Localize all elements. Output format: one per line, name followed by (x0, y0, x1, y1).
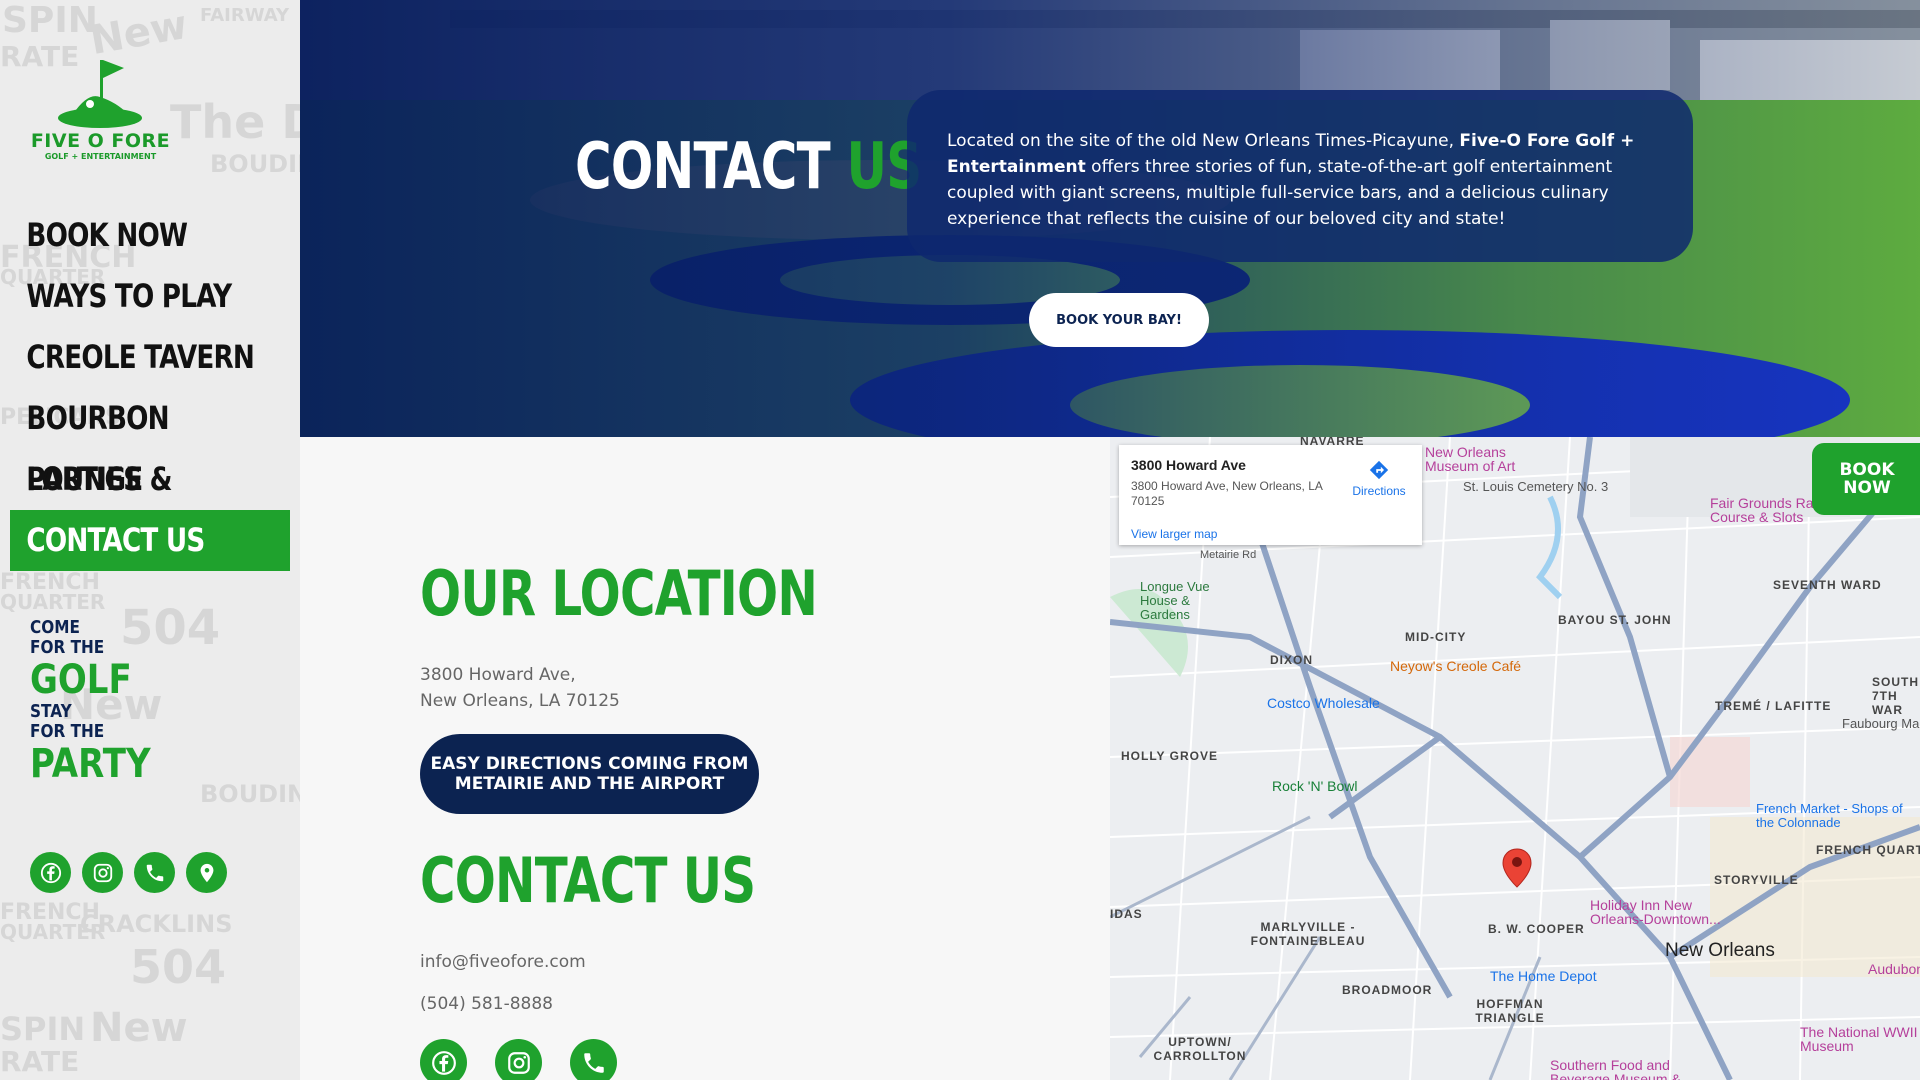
five-o-fore-logo[interactable]: FIVE O FORE GOLF + ENTERTAINMENT (28, 52, 173, 162)
page: SPIN New FAIRWAY RATE The Dat BOUDIN FRE… (0, 0, 1920, 1080)
map-label-costco: Costco Wholesale (1267, 695, 1380, 711)
address-line-2: New Orleans, LA 70125 (420, 691, 620, 711)
directions-icon (1369, 460, 1389, 480)
sidebar-social-links (30, 852, 227, 893)
logo-wordmark: FIVE O FORE (30, 130, 171, 152)
tagline-stay: STAY (30, 701, 72, 722)
map-label-mid-city: MID-CITY (1405, 630, 1467, 644)
map-label-home-depot: The Home Depot (1490, 968, 1597, 984)
main-nav: BOOK NOW WAYS TO PLAY CREOLE TAVERN BOUR… (10, 205, 290, 571)
map-label-navarre: NAVARRE (1300, 437, 1365, 448)
tagline-come: COME (30, 617, 80, 638)
map-label-metairie-rd: Metairie Rd (1200, 549, 1257, 561)
map-label-south-7th-ward: SOUTH 7TH WAR (1872, 675, 1919, 717)
map-label-southern-food: Southern Food and Beverage Museum & (1550, 1057, 1681, 1080)
facebook-icon[interactable] (420, 1039, 467, 1080)
map-info-address: 3800 Howard Ave, New Orleans, LA 70125 (1131, 479, 1323, 508)
hero-description-pre: Located on the site of the old New Orlea… (947, 131, 1460, 151)
facebook-icon[interactable] (30, 852, 71, 893)
map-info-title: 3800 Howard Ave (1131, 457, 1246, 473)
phone-link[interactable]: (504) 581-8888 (420, 994, 553, 1014)
map-location-marker-icon[interactable] (1502, 848, 1532, 888)
map-label-storyville: STORYVILLE (1714, 873, 1799, 887)
map-label-marlyville: MARLYVILLE - FONTAINEBLEAU (1250, 920, 1366, 948)
directions-button-line-2: METAIRIE AND THE AIRPORT (454, 774, 725, 794)
hero-title: CONTACT US (575, 130, 922, 204)
map-label-bw-cooper: B. W. COOPER (1488, 922, 1585, 936)
book-your-bay-button[interactable]: BOOK YOUR BAY! (1029, 293, 1209, 347)
hero-title-white: CONTACT (575, 130, 831, 204)
map-label-treme: TREMÉ / LAFITTE (1715, 699, 1832, 713)
map-directions-button[interactable]: Directions (1344, 459, 1414, 498)
hero-description-card: Located on the site of the old New Orlea… (907, 90, 1693, 262)
nav-item-bourbon-lounge[interactable]: BOURBON LOUNGE (10, 388, 289, 498)
map-label-new-orleans: New Orleans (1665, 940, 1775, 961)
instagram-icon[interactable] (82, 852, 123, 893)
phone-icon[interactable] (134, 852, 175, 893)
map-label-french-quarter: FRENCH QUARTER (1816, 843, 1920, 857)
book-now-line-2: NOW (1843, 478, 1891, 498)
book-now-line-1: BOOK (1839, 460, 1895, 480)
nav-item-contact-us[interactable]: CONTACT US (10, 510, 289, 571)
golf-flag-icon (58, 60, 142, 128)
map-label-dixon: DIXON (1270, 653, 1314, 667)
map-label-longue-vue: Longue Vue House & Gardens (1140, 579, 1210, 622)
map-label-seventh-ward: SEVENTH WARD (1773, 578, 1882, 592)
view-larger-map-link[interactable]: View larger map (1131, 527, 1217, 541)
contact-social-links (420, 1039, 617, 1080)
email-link[interactable]: info@fiveofore.com (420, 952, 586, 972)
nav-item-parties-events[interactable]: PARTIES & EVENTS (10, 449, 289, 559)
map-label-broadmoor: BROADMOOR (1342, 983, 1433, 997)
map-label-uptown: UPTOWN/ CARROLLTON (1153, 1035, 1247, 1063)
tagline-for-the-2: FOR THE (30, 721, 105, 742)
instagram-icon[interactable] (495, 1039, 542, 1080)
map-label-cemetery: St. Louis Cemetery No. 3 (1463, 479, 1609, 494)
map-label-holly-grove: HOLLY GROVE (1121, 749, 1219, 763)
logo-subtitle: GOLF + ENTERTAINMENT (44, 152, 157, 161)
map-label-holiday-inn: Holiday Inn New Orleans-Downtown... (1590, 897, 1721, 927)
address-line-1: 3800 Howard Ave, (420, 665, 576, 685)
directions-button-line-1: EASY DIRECTIONS COMING FROM (430, 754, 749, 774)
nav-item-creole-tavern[interactable]: CREOLE TAVERN (10, 327, 289, 388)
map-label-faubourg: Faubourg Marig (1842, 716, 1920, 731)
nav-item-book-now[interactable]: BOOK NOW (10, 205, 289, 266)
easy-directions-button[interactable]: EASY DIRECTIONS COMING FROM METAIRIE AND… (420, 734, 759, 814)
map-label-audubon: Audubon Aq (1868, 961, 1920, 977)
location-pin-icon[interactable] (186, 852, 227, 893)
directions-label: Directions (1352, 484, 1406, 498)
map-label-french-market: French Market - Shops of the Colonnade (1756, 801, 1903, 830)
floating-book-now-button[interactable]: BOOK NOW (1812, 443, 1920, 515)
google-map[interactable]: 3800 Howard Ave 3800 Howard Ave, New Orl… (1110, 437, 1920, 1080)
tagline-for-the-1: FOR THE (30, 637, 105, 658)
map-label-museum: New Orleans Museum of Art (1425, 444, 1516, 474)
our-location-heading: OUR LOCATION (420, 557, 818, 630)
phone-icon[interactable] (570, 1039, 617, 1080)
map-label-idas: IDAS (1110, 907, 1143, 921)
address: 3800 Howard Ave, New Orleans, LA 70125 (420, 662, 620, 714)
map-info-card: 3800 Howard Ave 3800 Howard Ave, New Orl… (1119, 445, 1422, 545)
tagline: COME FOR THE GOLF STAY FOR THE PARTY (30, 617, 172, 787)
nav-item-ways-to-play[interactable]: WAYS TO PLAY (10, 266, 289, 327)
map-label-hoffman-triangle: HOFFMAN TRIANGLE (1475, 997, 1545, 1025)
map-label-rock-n-bowl: Rock 'N' Bowl (1272, 778, 1358, 794)
contact-us-heading: CONTACT US (420, 844, 756, 917)
map-label-bayou-st-john: BAYOU ST. JOHN (1558, 613, 1672, 627)
contact-content: OUR LOCATION 3800 Howard Ave, New Orlean… (300, 437, 1110, 1080)
tagline-party: PARTY (30, 741, 151, 787)
map-label-neyows: Neyow's Creole Café (1390, 658, 1522, 674)
hero-banner: CONTACT US Located on the site of the ol… (300, 0, 1920, 437)
sidebar: SPIN New FAIRWAY RATE The Dat BOUDIN FRE… (0, 0, 300, 1080)
tagline-golf: GOLF (30, 657, 132, 703)
map-label-ww2-museum: The National WWII Museum (1800, 1024, 1918, 1054)
